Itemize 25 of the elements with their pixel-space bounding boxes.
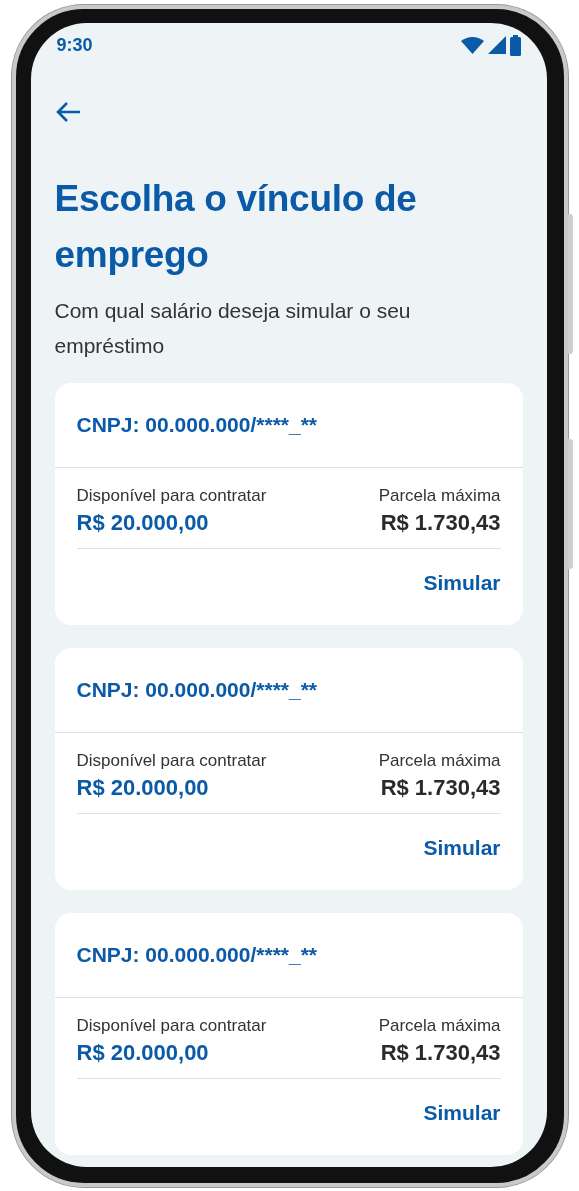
cnpj-text: CNPJ: 00.000.000/****_** <box>76 943 317 967</box>
signal-icon <box>487 36 506 54</box>
page-title: Escolha o vínculo de emprego <box>54 177 418 277</box>
installment-value: R$ 1.730,43 <box>380 775 501 801</box>
installment-value: R$ 1.730,43 <box>380 1040 501 1066</box>
simulate-link[interactable]: Simular <box>423 571 501 595</box>
page-subtitle: Com qual salário deseja simular o seu empréstimo <box>54 298 412 359</box>
back-arrow-icon <box>54 101 81 123</box>
wifi-icon <box>460 36 484 54</box>
available-label: Disponível para contratar <box>76 1016 267 1036</box>
available-label: Disponível para contratar <box>76 751 267 771</box>
installment-value: R$ 1.730,43 <box>380 510 501 536</box>
available-value: R$ 20.000,00 <box>76 510 209 536</box>
cnpj-text: CNPJ: 00.000.000/****_** <box>76 678 317 702</box>
status-time: 9:30 <box>56 34 93 56</box>
installment-label: Parcela máxima <box>378 751 501 771</box>
simulate-link[interactable]: Simular <box>423 836 501 860</box>
installment-label: Parcela máxima <box>378 486 501 506</box>
simulate-link[interactable]: Simular <box>423 1101 501 1125</box>
available-value: R$ 20.000,00 <box>76 775 209 801</box>
battery-icon <box>509 34 521 56</box>
cnpj-text: CNPJ: 00.000.000/****_** <box>76 413 317 437</box>
available-label: Disponível para contratar <box>76 486 267 506</box>
available-value: R$ 20.000,00 <box>76 1040 209 1066</box>
installment-label: Parcela máxima <box>378 1016 501 1036</box>
